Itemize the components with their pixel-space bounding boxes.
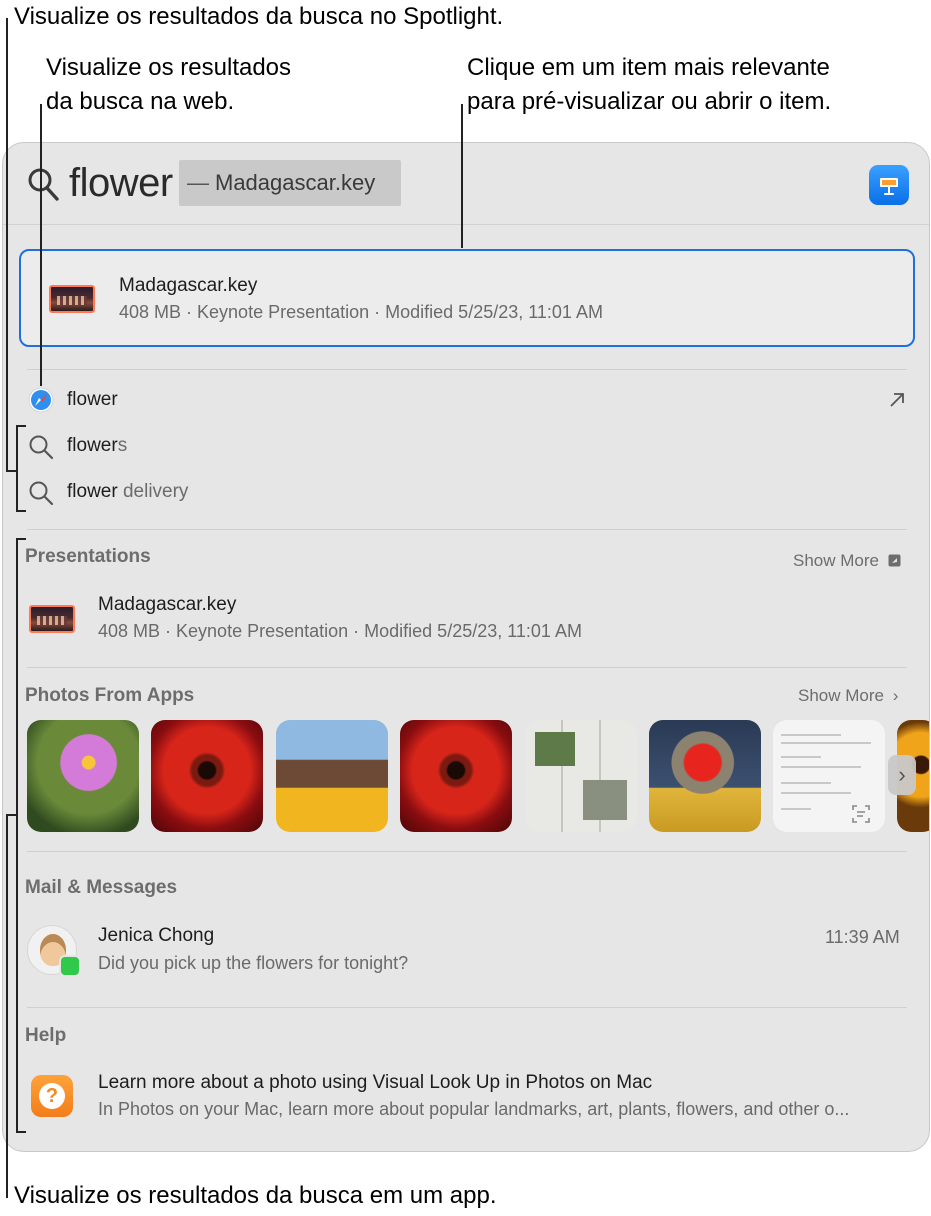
search-icon [28, 168, 59, 201]
top-hit-title: Madagascar.key [119, 275, 258, 296]
live-text-icon [852, 805, 870, 823]
completion-dash: — [187, 170, 209, 195]
presentation-title: Madagascar.key [98, 594, 237, 615]
photo-red-gerbera[interactable] [400, 720, 512, 832]
help-subtitle: In Photos on your Mac, learn more about … [98, 1099, 850, 1119]
keynote-icon [880, 178, 898, 195]
help-title: Learn more about a photo using Visual Lo… [98, 1072, 653, 1093]
callout-line-spotlight [6, 470, 16, 472]
chevron-right-icon: › [892, 686, 899, 705]
top-hit-subtitle: 408 MB · Keynote Presentation · Modified… [119, 302, 603, 322]
mail-header: Mail & Messages [25, 877, 178, 898]
search-icon [29, 435, 54, 460]
photo-pink-cosmos-flower[interactable] [27, 720, 139, 832]
presentations-show-more[interactable]: Show More [793, 551, 901, 571]
arrow-up-right-icon [890, 393, 904, 407]
keynote-app-icon[interactable] [869, 165, 909, 205]
callout-line-tophit [461, 104, 463, 248]
photo-friends-sunflowers[interactable] [276, 720, 388, 832]
suggestion-text: flowers [67, 435, 127, 457]
search-completion[interactable]: — Madagascar.key [179, 160, 401, 206]
callout-line-web [40, 104, 42, 386]
spotlight-window: flower — Madagascar.key Madagascar.key 40… [2, 142, 930, 1152]
callout-web-line2: da busca na web. [46, 88, 235, 115]
help-icon: ? [31, 1075, 73, 1117]
callout-bracket-suggestions [16, 425, 18, 511]
callout-bracket-suggestions [16, 425, 26, 427]
photo-red-gerbera[interactable] [151, 720, 263, 832]
keynote-file-thumbnail [49, 285, 95, 313]
messages-icon [59, 955, 81, 977]
callout-bracket-app [16, 538, 18, 1132]
callout-spotlight: Visualize os resultados da busca no Spot… [14, 3, 504, 30]
divider [27, 529, 907, 530]
divider [27, 1007, 907, 1008]
divider [27, 667, 907, 668]
suggestion-suffix: s [117, 435, 128, 456]
suggestion-suffix: delivery [117, 481, 189, 502]
callout-line-spotlight [6, 18, 8, 470]
suggestion-prefix: flower [67, 435, 118, 456]
presentations-header: Presentations [25, 546, 151, 567]
callout-bracket-suggestions [16, 510, 26, 512]
divider [27, 369, 907, 370]
top-hit-item[interactable]: Madagascar.key 408 MB · Keynote Presenta… [19, 249, 915, 347]
divider [27, 851, 907, 852]
callout-line-app [6, 814, 16, 816]
photo-document-screenshot[interactable] [773, 720, 885, 832]
suggestion-prefix: flower [67, 481, 118, 502]
presentation-subtitle: 408 MB · Keynote Presentation · Modified… [98, 621, 582, 641]
help-header: Help [25, 1025, 67, 1046]
callout-web-line1: Visualize os resultados [46, 54, 292, 81]
completion-text: Madagascar.key [215, 170, 376, 195]
search-icon [29, 481, 54, 506]
show-more-label: Show More [798, 686, 884, 705]
safari-icon [28, 387, 54, 413]
callout-bracket-app [16, 538, 26, 540]
search-query[interactable]: flower [69, 161, 173, 206]
callout-line-app [6, 814, 8, 1198]
photos-show-more[interactable]: Show More › [798, 686, 898, 706]
callout-tophit-line2: para pré-visualizar ou abrir o item. [467, 88, 832, 115]
show-more-label: Show More [793, 551, 879, 570]
photo-person-with-red-flower[interactable] [649, 720, 761, 832]
callout-bracket-app [16, 1131, 26, 1133]
callout-tophit-line1: Clique em um item mais relevante [467, 54, 830, 81]
suggestion-text: flower delivery [67, 481, 188, 503]
photos-header: Photos From Apps [25, 685, 195, 706]
message-preview: Did you pick up the flowers for tonight? [98, 953, 409, 973]
open-in-app-icon [888, 554, 901, 567]
search-bar[interactable]: flower — Madagascar.key [3, 143, 929, 225]
scroll-right-button[interactable]: › [888, 755, 916, 795]
chevron-right-icon: › [898, 762, 906, 787]
keynote-file-thumbnail [29, 605, 75, 633]
suggestion-prefix: flower [67, 389, 118, 410]
suggestion-text: flower [67, 389, 118, 411]
photo-interior-collage[interactable] [525, 720, 637, 832]
message-sender: Jenica Chong [98, 925, 215, 946]
callout-app: Visualize os resultados da busca em um a… [14, 1182, 497, 1209]
message-time: 11:39 AM [825, 927, 900, 947]
